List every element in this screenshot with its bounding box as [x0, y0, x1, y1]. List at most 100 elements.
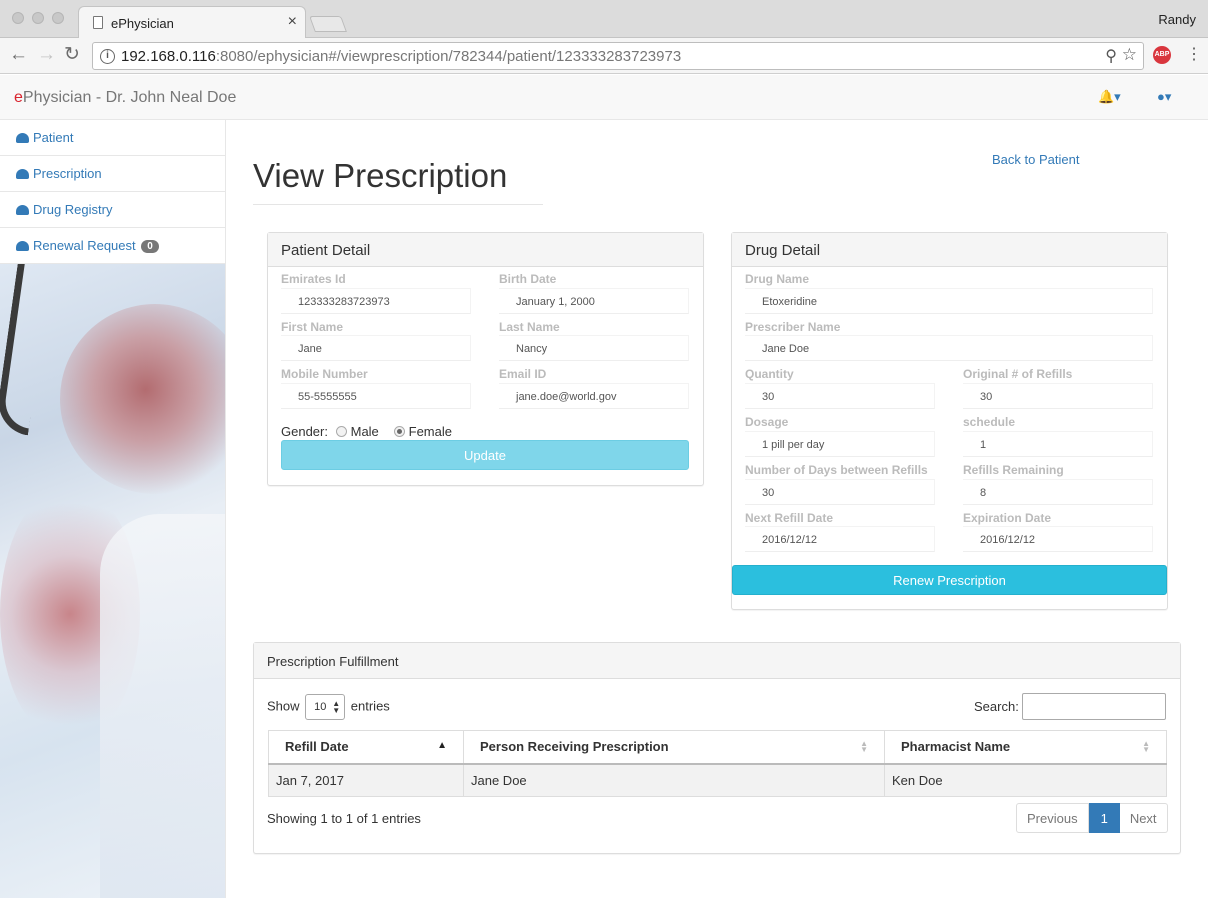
- expiration-date-label: Expiration Date: [963, 511, 1052, 525]
- renewal-count-badge: 0: [141, 240, 159, 253]
- birth-date-label: Birth Date: [499, 272, 557, 286]
- tab-title: ePhysician: [111, 16, 174, 31]
- patient-detail-panel: Patient Detail Emirates Id 1233332837239…: [267, 232, 704, 486]
- email-id-field[interactable]: jane.doe@world.gov: [499, 383, 689, 409]
- sidebar-item-drug-registry[interactable]: Drug Registry: [0, 192, 225, 228]
- reload-icon[interactable]: ↻: [64, 45, 80, 65]
- refills-remaining-field[interactable]: 8: [963, 479, 1153, 505]
- male-label: Male: [350, 424, 379, 439]
- days-between-refills-label: Number of Days between Refills: [745, 463, 928, 477]
- previous-page-button[interactable]: Previous: [1016, 803, 1089, 833]
- user-menu-icon[interactable]: ●▾: [1157, 89, 1171, 105]
- close-window-button[interactable]: [12, 12, 24, 24]
- person-receiving-cell: Jane Doe: [463, 763, 885, 797]
- info-icon[interactable]: i: [100, 49, 115, 64]
- page-icon: [93, 16, 103, 29]
- first-name-field[interactable]: Jane: [281, 335, 471, 361]
- column-person-receiving[interactable]: Person Receiving Prescription ▲ ▼: [463, 730, 885, 765]
- fulfillment-heading: Prescription Fulfillment: [254, 643, 1180, 679]
- next-refill-date-field[interactable]: 2016/12/12: [745, 526, 935, 552]
- browser-user[interactable]: Randy: [1158, 12, 1196, 27]
- refills-remaining-label: Refills Remaining: [963, 463, 1064, 477]
- new-tab-button[interactable]: [309, 16, 347, 32]
- renew-prescription-button[interactable]: Renew Prescription: [732, 565, 1167, 595]
- drug-name-label: Drug Name: [745, 272, 810, 286]
- back-to-patient-link[interactable]: Back to Patient: [992, 152, 1079, 167]
- prescriber-name-field[interactable]: Jane Doe: [745, 335, 1153, 361]
- dashboard-icon: [16, 205, 29, 215]
- sidebar-item-renewal-request[interactable]: Renewal Request 0: [0, 228, 225, 264]
- address-bar[interactable]: i 192.168.0.116:8080/ephysician#/viewpre…: [92, 42, 1144, 70]
- table-row: Jan 7, 2017 Jane Doe Ken Doe: [268, 763, 1167, 797]
- male-radio[interactable]: [335, 426, 347, 437]
- last-name-field[interactable]: Nancy: [499, 335, 689, 361]
- page-1-button[interactable]: 1: [1088, 803, 1120, 833]
- prescriber-name-label: Prescriber Name: [745, 320, 841, 334]
- main-content: View Prescription Back to Patient Patien…: [226, 120, 1208, 898]
- entries-select[interactable]: 10 ▲ ▼: [305, 694, 346, 720]
- mobile-number-label: Mobile Number: [281, 367, 368, 381]
- column-pharmacist-name[interactable]: Pharmacist Name ▲ ▼: [884, 730, 1167, 765]
- fulfillment-table: Refill Date ▲ Person Receiving Prescripti…: [268, 730, 1167, 797]
- browser-toolbar: ← → ↻ i 192.168.0.116:8080/ephysician#/v…: [0, 38, 1208, 74]
- back-arrow-icon[interactable]: ←: [9, 45, 28, 65]
- browser-tab-bar: ePhysician × Randy: [0, 0, 1208, 39]
- sidebar-item-prescription[interactable]: Prescription: [0, 156, 225, 192]
- drug-detail-heading: Drug Detail: [732, 233, 1167, 267]
- adblock-icon[interactable]: ABP: [1153, 46, 1171, 64]
- zoom-window-button[interactable]: [52, 12, 64, 24]
- female-label: Female: [408, 424, 452, 439]
- schedule-field[interactable]: 1: [963, 431, 1153, 457]
- pagination: Previous 1 Next: [1016, 803, 1168, 833]
- sidebar-doctor-image: [0, 264, 225, 898]
- dashboard-icon: [16, 169, 29, 179]
- sort-icon: ▲ ▼: [860, 739, 868, 754]
- last-name-label: Last Name: [499, 320, 560, 334]
- pharmacist-name-cell: Ken Doe: [884, 763, 1167, 797]
- dashboard-icon: [16, 133, 29, 143]
- quantity-field[interactable]: 30: [745, 383, 935, 409]
- gender-label: Gender:: [281, 424, 328, 439]
- update-button[interactable]: Update: [281, 440, 689, 470]
- patient-detail-heading: Patient Detail: [268, 233, 703, 267]
- app-navbar: ePhysician - Dr. John Neal Doe 🔔▾ ●▾: [0, 75, 1208, 120]
- dashboard-icon: [16, 241, 29, 251]
- next-page-button[interactable]: Next: [1119, 803, 1168, 833]
- email-id-label: Email ID: [499, 367, 547, 381]
- fulfillment-panel: Prescription Fulfillment Show 10 ▲ ▼ entri…: [253, 642, 1181, 854]
- dosage-label: Dosage: [745, 415, 789, 429]
- refill-date-cell: Jan 7, 2017: [268, 763, 464, 797]
- gender-group: Gender: Male Female: [281, 424, 452, 439]
- zoom-icon[interactable]: ⚲: [1105, 46, 1117, 66]
- browser-menu-icon[interactable]: ⋮: [1186, 46, 1202, 64]
- browser-tab[interactable]: ePhysician ×: [78, 6, 306, 39]
- notifications-bell-icon[interactable]: 🔔▾: [1098, 89, 1121, 105]
- mobile-number-field[interactable]: 55-5555555: [281, 383, 471, 409]
- drug-detail-panel: Drug Detail Drug Name Etoxeridine Prescr…: [731, 232, 1168, 610]
- minimize-window-button[interactable]: [32, 12, 44, 24]
- sort-icon: ▲ ▼: [1142, 739, 1150, 754]
- first-name-label: First Name: [281, 320, 344, 334]
- sidebar: Patient Prescription Drug Registry Renew…: [0, 120, 226, 898]
- next-refill-date-label: Next Refill Date: [745, 511, 834, 525]
- female-radio[interactable]: [393, 426, 405, 437]
- column-refill-date[interactable]: Refill Date ▲: [268, 730, 464, 765]
- expiration-date-field[interactable]: 2016/12/12: [963, 526, 1153, 552]
- emirates-id-field[interactable]: 123333283723973: [281, 288, 471, 314]
- search-input[interactable]: [1022, 693, 1166, 720]
- url-text[interactable]: 192.168.0.116:8080/ephysician#/viewpresc…: [121, 48, 681, 65]
- bookmark-star-icon[interactable]: ☆: [1122, 45, 1137, 65]
- app-brand[interactable]: ePhysician - Dr. John Neal Doe: [14, 89, 236, 107]
- drug-name-field[interactable]: Etoxeridine: [745, 288, 1153, 314]
- search-label: Search:: [974, 699, 1019, 714]
- original-refills-field[interactable]: 30: [963, 383, 1153, 409]
- close-tab-icon[interactable]: ×: [288, 13, 297, 31]
- dosage-field[interactable]: 1 pill per day: [745, 431, 935, 457]
- birth-date-field[interactable]: January 1, 2000: [499, 288, 689, 314]
- days-between-refills-field[interactable]: 30: [745, 479, 935, 505]
- emirates-id-label: Emirates Id: [281, 272, 346, 286]
- forward-arrow-icon[interactable]: →: [37, 45, 56, 65]
- select-arrows-icon: ▲ ▼: [332, 699, 341, 715]
- quantity-label: Quantity: [745, 367, 794, 381]
- sidebar-item-patient[interactable]: Patient: [0, 120, 225, 156]
